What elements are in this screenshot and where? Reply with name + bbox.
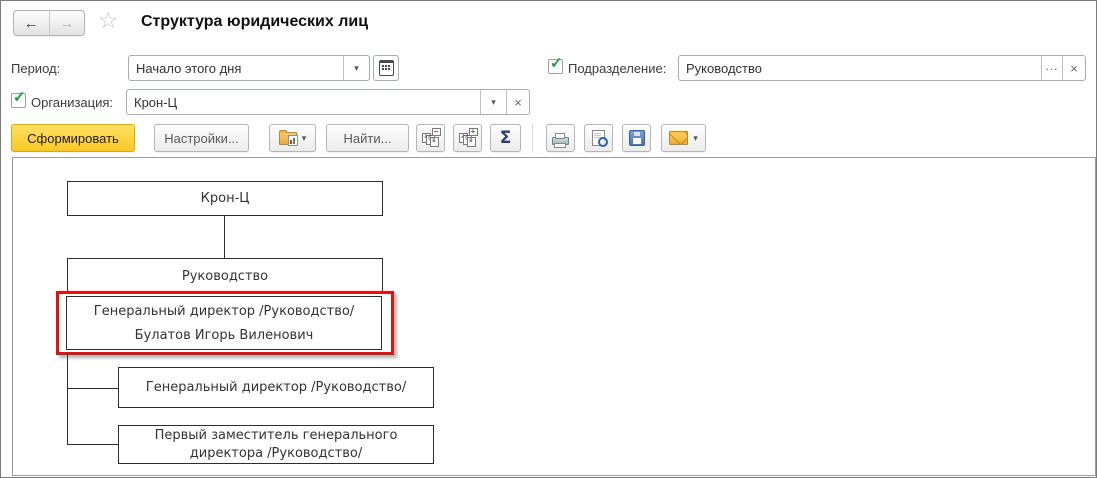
page-title: Структура юридических лиц bbox=[141, 13, 369, 30]
chevron-down-icon: ▾ bbox=[693, 132, 698, 143]
ellipsis-icon: ... bbox=[1045, 59, 1059, 73]
clear-icon: × bbox=[1070, 60, 1078, 76]
floppy-disk-icon bbox=[628, 130, 645, 146]
department-label: Подразделение: bbox=[568, 61, 667, 76]
email-button[interactable]: ▾ bbox=[661, 124, 706, 152]
organization-label: Организация: bbox=[31, 95, 114, 110]
period-input[interactable] bbox=[129, 56, 343, 80]
generate-button[interactable]: Сформировать bbox=[11, 124, 135, 152]
chart-page-icon bbox=[287, 134, 298, 146]
chevron-down-icon: ▾ bbox=[491, 96, 496, 107]
expand-groups-button[interactable]: а б в + bbox=[453, 124, 482, 152]
department-node[interactable]: Руководство bbox=[67, 258, 383, 294]
checkmark-icon: ✓ bbox=[550, 55, 563, 72]
checkmark-icon: ✓ bbox=[13, 89, 26, 106]
minus-icon: − bbox=[431, 128, 441, 136]
department-input[interactable] bbox=[679, 56, 1041, 80]
position-line: директора /Руководство/ bbox=[189, 445, 363, 461]
chevron-down-icon: ▾ bbox=[301, 132, 307, 143]
period-dropdown-button[interactable]: ▾ bbox=[343, 56, 369, 80]
printer-icon bbox=[552, 132, 569, 148]
connector-line bbox=[224, 216, 225, 258]
connector-line bbox=[67, 388, 118, 389]
period-field: ▾ bbox=[128, 55, 370, 81]
find-button-label: Найти... bbox=[343, 130, 392, 146]
settings-button-label: Настройки... bbox=[164, 130, 239, 146]
print-preview-button[interactable] bbox=[584, 124, 613, 152]
toolbar-separator bbox=[532, 123, 533, 153]
report-variants-folder-icon bbox=[278, 129, 298, 146]
chevron-down-icon: ▾ bbox=[354, 62, 359, 73]
back-button[interactable]: ← bbox=[14, 11, 50, 35]
nav-buttons: ← → bbox=[13, 10, 85, 36]
department-choose-button[interactable]: ... bbox=[1041, 56, 1062, 80]
selected-employee-node[interactable]: Генеральный директор /Руководство/ Булат… bbox=[66, 296, 382, 350]
position-node[interactable]: Генеральный директор /Руководство/ bbox=[118, 367, 434, 408]
forward-button[interactable]: → bbox=[50, 11, 85, 35]
employee-name-line: Булатов Игорь Виленович bbox=[134, 328, 314, 343]
save-button[interactable] bbox=[622, 124, 651, 152]
back-arrow-icon: ← bbox=[23, 14, 39, 32]
org-node[interactable]: Крон-Ц bbox=[67, 181, 383, 216]
position-node[interactable]: Первый заместитель генерального директор… bbox=[118, 425, 434, 464]
position-line: Первый заместитель генерального bbox=[154, 427, 398, 443]
settings-button[interactable]: Настройки... bbox=[154, 124, 249, 152]
collapse-groups-button[interactable]: а б в − bbox=[416, 124, 445, 152]
find-button[interactable]: Найти... bbox=[326, 124, 409, 152]
envelope-icon bbox=[669, 131, 689, 145]
forward-arrow-icon: → bbox=[59, 14, 75, 32]
preview-magnifier-icon bbox=[592, 130, 608, 147]
connector-line bbox=[67, 353, 68, 444]
report-variants-button[interactable]: ▾ bbox=[269, 124, 316, 152]
clear-icon: × bbox=[514, 94, 522, 110]
department-field: ... × bbox=[678, 55, 1086, 81]
organization-field: ▾ × bbox=[126, 89, 530, 115]
connector-line bbox=[67, 444, 118, 445]
sigma-icon: Σ bbox=[499, 128, 512, 148]
period-label: Период: bbox=[11, 61, 61, 76]
department-clear-button[interactable]: × bbox=[1062, 56, 1085, 80]
department-checkbox[interactable]: ✓ bbox=[548, 55, 563, 74]
totals-button[interactable]: Σ bbox=[490, 124, 521, 152]
collapse-groups-icon: а б в − bbox=[421, 128, 441, 147]
position-line: Генеральный директор /Руководство/ bbox=[93, 304, 355, 319]
organization-input[interactable] bbox=[127, 90, 480, 114]
calendar-icon bbox=[378, 60, 394, 76]
organization-checkbox[interactable]: ✓ bbox=[11, 89, 26, 108]
app-window: ← → ☆ Структура юридических лиц Период: … bbox=[0, 0, 1097, 478]
period-calendar-button[interactable] bbox=[373, 55, 399, 81]
plus-icon: + bbox=[468, 128, 478, 136]
generate-button-label: Сформировать bbox=[27, 130, 119, 146]
organization-clear-button[interactable]: × bbox=[506, 90, 529, 114]
print-button[interactable] bbox=[546, 124, 575, 152]
organization-dropdown-button[interactable]: ▾ bbox=[480, 90, 506, 114]
favorite-star-icon[interactable]: ☆ bbox=[98, 7, 119, 34]
expand-groups-icon: а б в + bbox=[458, 128, 478, 147]
selection-frame: Генеральный директор /Руководство/ Булат… bbox=[56, 291, 394, 355]
